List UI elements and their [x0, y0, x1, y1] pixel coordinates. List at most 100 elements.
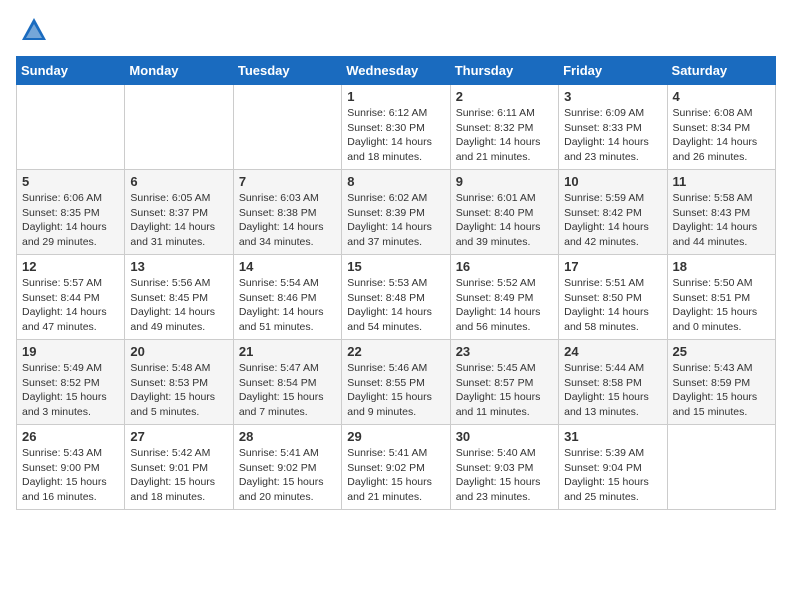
calendar-cell: [667, 425, 775, 510]
day-info: Sunrise: 5:59 AM Sunset: 8:42 PM Dayligh…: [564, 191, 661, 250]
day-info: Sunrise: 5:39 AM Sunset: 9:04 PM Dayligh…: [564, 446, 661, 505]
day-info: Sunrise: 5:47 AM Sunset: 8:54 PM Dayligh…: [239, 361, 336, 420]
calendar-cell: 22Sunrise: 5:46 AM Sunset: 8:55 PM Dayli…: [342, 340, 450, 425]
day-number: 28: [239, 429, 336, 444]
day-number: 31: [564, 429, 661, 444]
day-number: 4: [673, 89, 770, 104]
day-info: Sunrise: 5:45 AM Sunset: 8:57 PM Dayligh…: [456, 361, 553, 420]
calendar-cell: 20 Sunrise: 5:48 AM Sunset: 8:53 PM Dayli…: [125, 340, 233, 425]
day-number: 17: [564, 259, 661, 274]
day-number: 7: [239, 174, 336, 189]
day-info: Sunrise: 5:51 AM Sunset: 8:50 PM Dayligh…: [564, 276, 661, 335]
calendar-cell: [233, 85, 341, 170]
day-number: 21: [239, 344, 336, 359]
calendar-cell: 27 Sunrise: 5:42 AM Sunset: 9:01 PM Dayli…: [125, 425, 233, 510]
day-info: Sunrise: 5:50 AM Sunset: 8:51 PM Dayligh…: [673, 276, 770, 335]
calendar-header-thursday: Thursday: [450, 57, 558, 85]
calendar-cell: 11 Sunrise: 5:58 AM Sunset: 8:43 PM Dayli…: [667, 170, 775, 255]
calendar-cell: 1 Sunrise: 6:12 AM Sunset: 8:30 PM Daylig…: [342, 85, 450, 170]
calendar-cell: 26 Sunrise: 5:43 AM Sunset: 9:00 PM Dayli…: [17, 425, 125, 510]
day-number: 15: [347, 259, 444, 274]
calendar-cell: 5 Sunrise: 6:06 AM Sunset: 8:35 PM Daylig…: [17, 170, 125, 255]
calendar-cell: 8 Sunrise: 6:02 AM Sunset: 8:39 PM Daylig…: [342, 170, 450, 255]
calendar-cell: 19 Sunrise: 5:49 AM Sunset: 8:52 PM Dayli…: [17, 340, 125, 425]
day-number: 14: [239, 259, 336, 274]
day-info: Sunrise: 5:43 AM Sunset: 9:00 PM Dayligh…: [22, 446, 119, 505]
day-number: 30: [456, 429, 553, 444]
calendar-header-saturday: Saturday: [667, 57, 775, 85]
calendar-cell: 9Sunrise: 6:01 AM Sunset: 8:40 PM Daylig…: [450, 170, 558, 255]
day-info: Sunrise: 5:42 AM Sunset: 9:01 PM Dayligh…: [130, 446, 227, 505]
day-number: 25: [673, 344, 770, 359]
calendar-cell: 24Sunrise: 5:44 AM Sunset: 8:58 PM Dayli…: [559, 340, 667, 425]
calendar-cell: 4 Sunrise: 6:08 AM Sunset: 8:34 PM Daylig…: [667, 85, 775, 170]
logo-icon: [20, 16, 48, 44]
calendar-header-monday: Monday: [125, 57, 233, 85]
day-number: 2: [456, 89, 553, 104]
day-info: Sunrise: 5:57 AM Sunset: 8:44 PM Dayligh…: [22, 276, 119, 335]
calendar-header-wednesday: Wednesday: [342, 57, 450, 85]
logo: [16, 16, 48, 44]
day-number: 11: [673, 174, 770, 189]
day-info: Sunrise: 5:48 AM Sunset: 8:53 PM Dayligh…: [130, 361, 227, 420]
calendar-cell: 7 Sunrise: 6:03 AM Sunset: 8:38 PM Daylig…: [233, 170, 341, 255]
day-info: Sunrise: 6:02 AM Sunset: 8:39 PM Dayligh…: [347, 191, 444, 250]
day-info: Sunrise: 6:08 AM Sunset: 8:34 PM Dayligh…: [673, 106, 770, 165]
day-info: Sunrise: 6:06 AM Sunset: 8:35 PM Dayligh…: [22, 191, 119, 250]
calendar-cell: 15Sunrise: 5:53 AM Sunset: 8:48 PM Dayli…: [342, 255, 450, 340]
day-number: 12: [22, 259, 119, 274]
calendar-cell: 23 Sunrise: 5:45 AM Sunset: 8:57 PM Dayli…: [450, 340, 558, 425]
day-info: Sunrise: 5:52 AM Sunset: 8:49 PM Dayligh…: [456, 276, 553, 335]
day-info: Sunrise: 5:43 AM Sunset: 8:59 PM Dayligh…: [673, 361, 770, 420]
day-number: 10: [564, 174, 661, 189]
day-number: 1: [347, 89, 444, 104]
day-info: Sunrise: 5:58 AM Sunset: 8:43 PM Dayligh…: [673, 191, 770, 250]
calendar-cell: [125, 85, 233, 170]
day-info: Sunrise: 5:41 AM Sunset: 9:02 PM Dayligh…: [347, 446, 444, 505]
calendar-cell: 18 Sunrise: 5:50 AM Sunset: 8:51 PM Dayli…: [667, 255, 775, 340]
day-info: Sunrise: 6:09 AM Sunset: 8:33 PM Dayligh…: [564, 106, 661, 165]
calendar-cell: 17 Sunrise: 5:51 AM Sunset: 8:50 PM Dayli…: [559, 255, 667, 340]
calendar-cell: 31 Sunrise: 5:39 AM Sunset: 9:04 PM Dayli…: [559, 425, 667, 510]
day-info: Sunrise: 6:03 AM Sunset: 8:38 PM Dayligh…: [239, 191, 336, 250]
calendar-cell: 16 Sunrise: 5:52 AM Sunset: 8:49 PM Dayli…: [450, 255, 558, 340]
day-number: 5: [22, 174, 119, 189]
day-info: Sunrise: 6:05 AM Sunset: 8:37 PM Dayligh…: [130, 191, 227, 250]
day-number: 6: [130, 174, 227, 189]
calendar-cell: 25 Sunrise: 5:43 AM Sunset: 8:59 PM Dayli…: [667, 340, 775, 425]
day-info: Sunrise: 5:40 AM Sunset: 9:03 PM Dayligh…: [456, 446, 553, 505]
day-info: Sunrise: 6:11 AM Sunset: 8:32 PM Dayligh…: [456, 106, 553, 165]
calendar-cell: 29Sunrise: 5:41 AM Sunset: 9:02 PM Dayli…: [342, 425, 450, 510]
day-number: 3: [564, 89, 661, 104]
calendar-week-row: 26 Sunrise: 5:43 AM Sunset: 9:00 PM Dayli…: [17, 425, 776, 510]
calendar-cell: 12 Sunrise: 5:57 AM Sunset: 8:44 PM Dayli…: [17, 255, 125, 340]
day-number: 23: [456, 344, 553, 359]
day-number: 27: [130, 429, 227, 444]
calendar-week-row: 5 Sunrise: 6:06 AM Sunset: 8:35 PM Daylig…: [17, 170, 776, 255]
day-number: 13: [130, 259, 227, 274]
day-number: 26: [22, 429, 119, 444]
day-number: 18: [673, 259, 770, 274]
day-info: Sunrise: 5:49 AM Sunset: 8:52 PM Dayligh…: [22, 361, 119, 420]
day-number: 9: [456, 174, 553, 189]
day-number: 16: [456, 259, 553, 274]
day-number: 20: [130, 344, 227, 359]
day-info: Sunrise: 6:12 AM Sunset: 8:30 PM Dayligh…: [347, 106, 444, 165]
calendar-table: SundayMondayTuesdayWednesdayThursdayFrid…: [16, 56, 776, 510]
day-number: 8: [347, 174, 444, 189]
calendar-cell: 13Sunrise: 5:56 AM Sunset: 8:45 PM Dayli…: [125, 255, 233, 340]
calendar-header-tuesday: Tuesday: [233, 57, 341, 85]
calendar-cell: 14Sunrise: 5:54 AM Sunset: 8:46 PM Dayli…: [233, 255, 341, 340]
calendar-cell: 21 Sunrise: 5:47 AM Sunset: 8:54 PM Dayli…: [233, 340, 341, 425]
calendar-cell: 28 Sunrise: 5:41 AM Sunset: 9:02 PM Dayli…: [233, 425, 341, 510]
calendar-week-row: 12 Sunrise: 5:57 AM Sunset: 8:44 PM Dayli…: [17, 255, 776, 340]
day-info: Sunrise: 5:44 AM Sunset: 8:58 PM Dayligh…: [564, 361, 661, 420]
calendar-header-friday: Friday: [559, 57, 667, 85]
calendar-cell: 2 Sunrise: 6:11 AM Sunset: 8:32 PM Daylig…: [450, 85, 558, 170]
day-number: 19: [22, 344, 119, 359]
page-header: [16, 16, 776, 44]
calendar-week-row: 19 Sunrise: 5:49 AM Sunset: 8:52 PM Dayli…: [17, 340, 776, 425]
calendar-header-sunday: Sunday: [17, 57, 125, 85]
day-info: Sunrise: 5:41 AM Sunset: 9:02 PM Dayligh…: [239, 446, 336, 505]
calendar-week-row: 1 Sunrise: 6:12 AM Sunset: 8:30 PM Daylig…: [17, 85, 776, 170]
